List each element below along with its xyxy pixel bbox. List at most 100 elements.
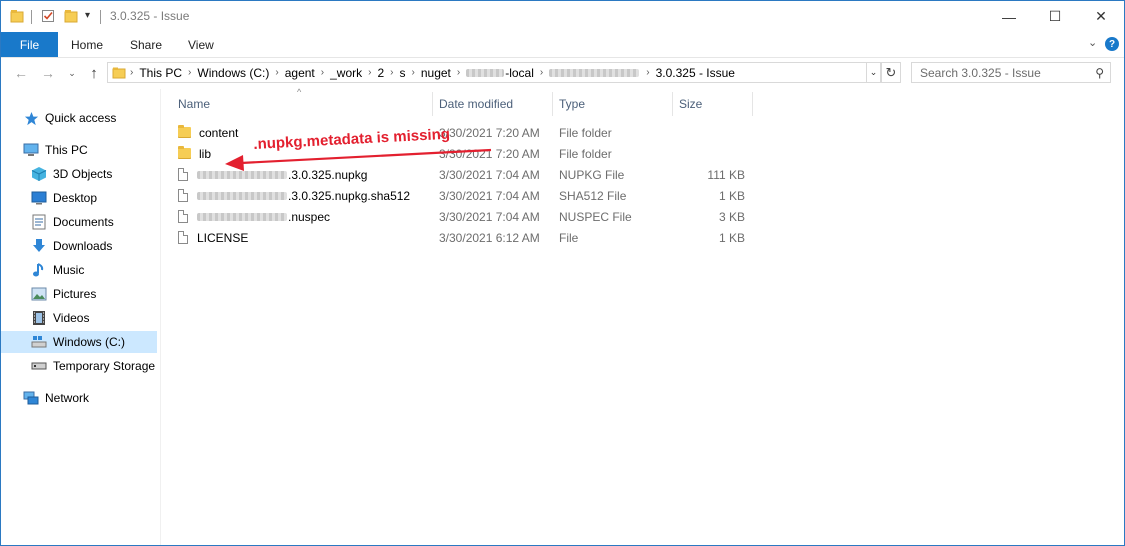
nav-item-windows-c[interactable]: Windows (C:) [1, 331, 157, 353]
breadcrumb-chevron-icon[interactable]: › [390, 67, 393, 78]
tab-view[interactable]: View [188, 32, 214, 57]
nav-item-quick-access[interactable]: Quick access [1, 107, 157, 129]
breadcrumb-chevron-icon[interactable]: › [412, 67, 415, 78]
monitor-icon [23, 142, 39, 158]
tab-file[interactable]: File [1, 32, 58, 57]
nav-item-downloads[interactable]: Downloads [1, 235, 157, 257]
breadcrumb-this-pc[interactable]: This PC [139, 66, 182, 80]
tab-share[interactable]: Share [130, 32, 162, 57]
breadcrumb-2[interactable]: 2 [377, 66, 384, 80]
nav-item-this-pc[interactable]: This PC [1, 139, 157, 161]
star-icon [23, 110, 39, 126]
title-bar: ▾ 3.0.325 - Issue — ☐ ✕ [1, 1, 1124, 32]
search-input[interactable] [918, 64, 1092, 81]
navigation-bar: ← → ⌄ ↑ › This PC › Windows (C:) › agent… [1, 58, 1124, 88]
file-name: .3.0.325.nupkg.sha512 [288, 188, 411, 203]
redacted-text [197, 170, 287, 179]
new-folder-icon[interactable] [64, 9, 78, 26]
breadcrumb-current[interactable]: 3.0.325 - Issue [656, 66, 735, 80]
properties-checkmark-icon[interactable] [41, 9, 55, 26]
nav-item-temporary-storage[interactable]: Temporary Storage [1, 355, 157, 377]
breadcrumb-redacted[interactable] [549, 66, 640, 80]
file-type: SHA512 File [559, 188, 627, 203]
file-size [679, 122, 745, 143]
breadcrumb-chevron-icon[interactable]: › [321, 67, 324, 78]
nav-item-desktop[interactable]: Desktop [1, 187, 157, 209]
refresh-icon[interactable]: ↻ [881, 62, 901, 83]
expand-ribbon-icon[interactable]: ⌄ [1088, 36, 1097, 49]
column-header-size[interactable]: Size [679, 92, 702, 116]
file-type: NUSPEC File [559, 209, 632, 224]
redacted-text [197, 191, 287, 200]
breadcrumb-chevron-icon[interactable]: › [275, 67, 278, 78]
up-arrow-icon[interactable]: ↑ [84, 63, 104, 83]
recent-locations-chevron-icon[interactable]: ⌄ [62, 63, 82, 83]
breadcrumb-chevron-icon[interactable]: › [540, 67, 543, 78]
breadcrumb-chevron-icon[interactable]: › [368, 67, 371, 78]
network-icon [23, 390, 39, 406]
file-row-sha512[interactable]: .3.0.325.nupkg.sha512 3/30/2021 7:04 AM … [178, 185, 748, 206]
search-icon[interactable]: ⚲ [1095, 66, 1104, 80]
file-size: 3 KB [718, 209, 745, 224]
close-button[interactable]: ✕ [1078, 1, 1124, 32]
breadcrumb-chevron-icon[interactable]: › [457, 67, 460, 78]
column-header-date-modified[interactable]: Date modified [439, 92, 513, 116]
nav-item-3d-objects[interactable]: 3D Objects [1, 163, 157, 185]
drive-icon [31, 334, 47, 350]
explorer-window: ▾ 3.0.325 - Issue — ☐ ✕ File Home Share … [0, 0, 1125, 546]
breadcrumb-agent[interactable]: agent [285, 66, 315, 80]
search-box[interactable]: ⚲ [911, 62, 1111, 83]
file-type: File [559, 230, 579, 245]
folder-icon [112, 67, 126, 79]
breadcrumb-chevron-icon[interactable]: › [646, 67, 649, 78]
minimize-button[interactable]: — [986, 1, 1032, 32]
desktop-icon [31, 190, 47, 206]
file-type: File folder [559, 125, 612, 140]
file-icon [178, 168, 188, 181]
video-icon [31, 310, 47, 326]
file-date: 3/30/2021 7:04 AM [439, 188, 540, 203]
redacted-text [549, 69, 640, 78]
breadcrumb-work[interactable]: _work [330, 66, 362, 80]
file-row-nuspec[interactable]: .nuspec 3/30/2021 7:04 AM NUSPEC File 3 … [178, 206, 748, 227]
nav-item-videos[interactable]: Videos [1, 307, 157, 329]
file-size: 1 KB [718, 230, 745, 245]
column-header-name[interactable]: Name [178, 92, 210, 116]
cube-icon [31, 166, 47, 182]
file-size: 1 KB [718, 188, 745, 203]
file-size [679, 143, 745, 164]
back-arrow-icon[interactable]: ← [11, 63, 31, 83]
nav-item-music[interactable]: Music [1, 259, 157, 281]
file-name: content [199, 125, 239, 140]
file-date: 3/30/2021 6:12 AM [439, 230, 540, 245]
breadcrumb-chevron-icon[interactable]: › [130, 67, 133, 78]
tab-home[interactable]: Home [71, 32, 103, 57]
customize-toolbar-dropdown-icon[interactable]: ▾ [85, 10, 90, 21]
address-dropdown-icon[interactable]: ⌄ [867, 62, 881, 83]
file-row-license[interactable]: LICENSE 3/30/2021 6:12 AM File 1 KB [178, 227, 748, 248]
download-icon [31, 238, 47, 254]
nav-item-documents[interactable]: Documents [1, 211, 157, 233]
nav-item-network[interactable]: Network [1, 387, 157, 409]
breadcrumb-local[interactable]: -local [466, 66, 534, 80]
forward-arrow-icon[interactable]: → [38, 63, 58, 83]
column-header-type[interactable]: Type [559, 92, 585, 116]
file-type: File folder [559, 146, 612, 161]
breadcrumb-nuget[interactable]: nuget [421, 66, 451, 80]
column-separator[interactable] [432, 92, 433, 116]
file-name: lib [199, 146, 212, 161]
column-separator[interactable] [552, 92, 553, 116]
pane-divider[interactable] [160, 89, 161, 545]
address-bar[interactable]: › This PC › Windows (C:) › agent › _work… [107, 62, 867, 83]
folder-icon[interactable] [10, 9, 24, 26]
breadcrumb-windows-c[interactable]: Windows (C:) [197, 66, 269, 80]
column-separator[interactable] [672, 92, 673, 116]
maximize-button[interactable]: ☐ [1032, 1, 1078, 32]
help-icon[interactable]: ? [1105, 37, 1119, 51]
breadcrumb-s[interactable]: s [400, 66, 406, 80]
window-title: 3.0.325 - Issue [110, 9, 190, 23]
redacted-text [466, 69, 505, 78]
column-separator[interactable] [752, 92, 753, 116]
breadcrumb-chevron-icon[interactable]: › [188, 67, 191, 78]
nav-item-pictures[interactable]: Pictures [1, 283, 157, 305]
